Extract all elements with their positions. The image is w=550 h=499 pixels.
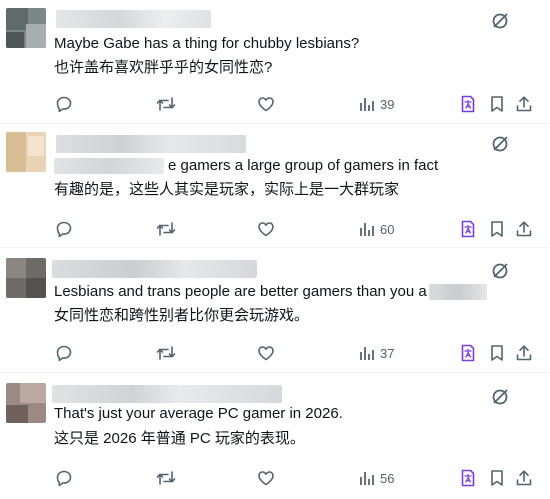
- like-icon: [258, 346, 274, 361]
- author-name-redacted[interactable]: [56, 135, 246, 153]
- tweet-text-english-visible: e gamers a large group of gamers in fact: [168, 157, 439, 174]
- retweet-button[interactable]: [156, 342, 176, 364]
- view-count: 39: [380, 96, 395, 112]
- like-icon: [258, 97, 274, 112]
- views-icon: [360, 347, 374, 360]
- share-button[interactable]: [515, 218, 533, 240]
- like-button[interactable]: [257, 93, 275, 115]
- view-count: 60: [380, 221, 395, 237]
- reply-icon: [56, 345, 72, 362]
- tweet-text-english-visible: Lesbians and trans people are better gam…: [54, 283, 427, 300]
- bookmark-button[interactable]: [489, 218, 505, 240]
- retweet-icon: [156, 346, 176, 360]
- like-button[interactable]: [257, 342, 275, 364]
- author-name-redacted[interactable]: [52, 260, 257, 278]
- views-icon: [360, 98, 374, 111]
- bookmark-icon: [491, 221, 503, 237]
- like-icon: [258, 471, 274, 486]
- tweet-actions: 60: [0, 218, 550, 240]
- share-button[interactable]: [515, 93, 533, 115]
- like-button[interactable]: [257, 218, 275, 240]
- redacted-text: [428, 284, 487, 301]
- reply-button[interactable]: [55, 467, 73, 489]
- bookmark-button[interactable]: [489, 93, 505, 115]
- grok-translate-button[interactable]: [459, 467, 477, 489]
- bookmark-icon: [491, 96, 503, 112]
- grok-icon[interactable]: [490, 11, 510, 31]
- tweet-text-translation: 也许盖布喜欢胖乎乎的女同性恋?: [54, 59, 273, 76]
- bookmark-icon: [491, 470, 503, 486]
- avatar[interactable]: [6, 8, 46, 48]
- retweet-button[interactable]: [156, 467, 176, 489]
- reply-icon: [56, 221, 72, 238]
- views-icon: [360, 223, 374, 236]
- grok-translate-button[interactable]: [459, 218, 477, 240]
- tweet-text-english: Maybe Gabe has a thing for chubby lesbia…: [54, 35, 360, 52]
- reply-icon: [56, 96, 72, 113]
- grok-translate-icon: [461, 220, 475, 238]
- tweet-actions: 56: [0, 467, 550, 489]
- grok-icon[interactable]: [490, 387, 510, 407]
- share-icon: [516, 470, 532, 486]
- like-button[interactable]: [257, 467, 275, 489]
- retweet-icon: [156, 471, 176, 485]
- like-icon: [258, 222, 274, 237]
- avatar[interactable]: [6, 132, 46, 172]
- reply-icon: [56, 470, 72, 487]
- retweet-icon: [156, 222, 176, 236]
- grok-icon[interactable]: [490, 261, 510, 281]
- tweet[interactable]: That's just your average PC gamer in 202…: [0, 373, 550, 499]
- reply-button[interactable]: [55, 93, 73, 115]
- views-button[interactable]: 60: [359, 218, 394, 240]
- tweet-text-english: Lesbians and trans people are better gam…: [54, 282, 487, 302]
- tweet-actions: 39: [0, 93, 550, 115]
- tweet-text-translation: 女同性恋和跨性别者比你更会玩游戏。: [54, 307, 310, 324]
- retweet-icon: [156, 97, 176, 111]
- author-name-redacted[interactable]: [56, 10, 211, 28]
- tweet-text-translation: 这只是 2026 年普通 PC 玩家的表现。: [54, 430, 305, 447]
- grok-translate-button[interactable]: [459, 93, 477, 115]
- grok-translate-icon: [461, 95, 475, 113]
- retweet-button[interactable]: [156, 218, 176, 240]
- views-icon: [360, 472, 374, 485]
- grok-translate-icon: [461, 469, 475, 487]
- view-count: 56: [380, 470, 395, 486]
- avatar[interactable]: [6, 258, 46, 298]
- grok-translate-icon: [461, 344, 475, 362]
- share-button[interactable]: [515, 467, 533, 489]
- view-count: 37: [380, 345, 395, 361]
- reply-feed: Maybe Gabe has a thing for chubby lesbia…: [0, 0, 550, 499]
- grok-translate-button[interactable]: [459, 342, 477, 364]
- views-button[interactable]: 37: [359, 342, 394, 364]
- bookmark-button[interactable]: [489, 467, 505, 489]
- retweet-button[interactable]: [156, 93, 176, 115]
- share-icon: [516, 96, 532, 112]
- tweet[interactable]: Maybe Gabe has a thing for chubby lesbia…: [0, 0, 550, 124]
- bookmark-button[interactable]: [489, 342, 505, 364]
- views-button[interactable]: 56: [359, 467, 394, 489]
- share-button[interactable]: [515, 342, 533, 364]
- share-icon: [516, 345, 532, 361]
- avatar[interactable]: [6, 383, 46, 423]
- reply-button[interactable]: [55, 218, 73, 240]
- share-icon: [516, 221, 532, 237]
- author-name-redacted[interactable]: [52, 385, 282, 403]
- bookmark-icon: [491, 345, 503, 361]
- redacted-text: [54, 158, 164, 175]
- tweet-text-translation: 有趣的是，这些人其实是玩家，实际上是一大群玩家: [54, 181, 400, 198]
- tweet-actions: 37: [0, 342, 550, 364]
- tweet[interactable]: e gamers a large group of gamers in fact…: [0, 124, 550, 248]
- views-button[interactable]: 39: [359, 93, 394, 115]
- tweet-text-english: e gamers a large group of gamers in fact: [54, 156, 438, 176]
- tweet[interactable]: Lesbians and trans people are better gam…: [0, 248, 550, 373]
- tweet-text-english: That's just your average PC gamer in 202…: [54, 405, 343, 422]
- grok-icon[interactable]: [490, 134, 510, 154]
- reply-button[interactable]: [55, 342, 73, 364]
